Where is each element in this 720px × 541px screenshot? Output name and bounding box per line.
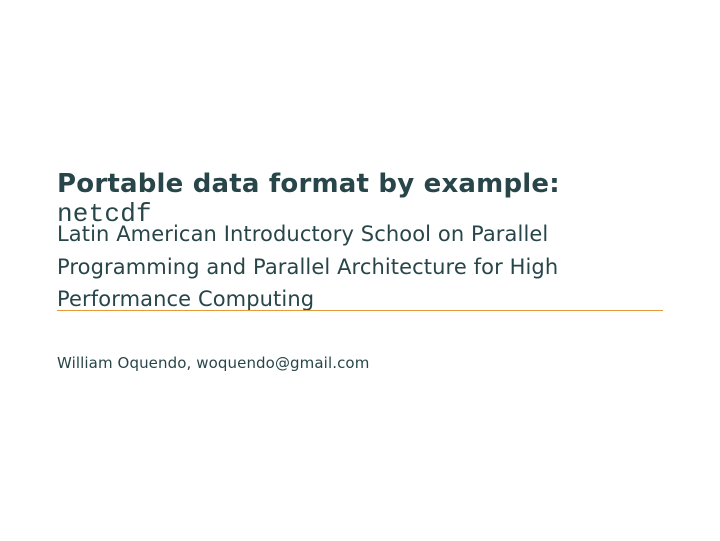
- slide-subtitle: Latin American Introductory School on Pa…: [57, 218, 663, 316]
- title-text: Portable data format by example:: [57, 169, 560, 199]
- slide-author: William Oquendo, woquendo@gmail.com: [57, 354, 663, 372]
- divider: [57, 310, 663, 311]
- title-slide: Portable data format by example: netcdf …: [0, 0, 720, 541]
